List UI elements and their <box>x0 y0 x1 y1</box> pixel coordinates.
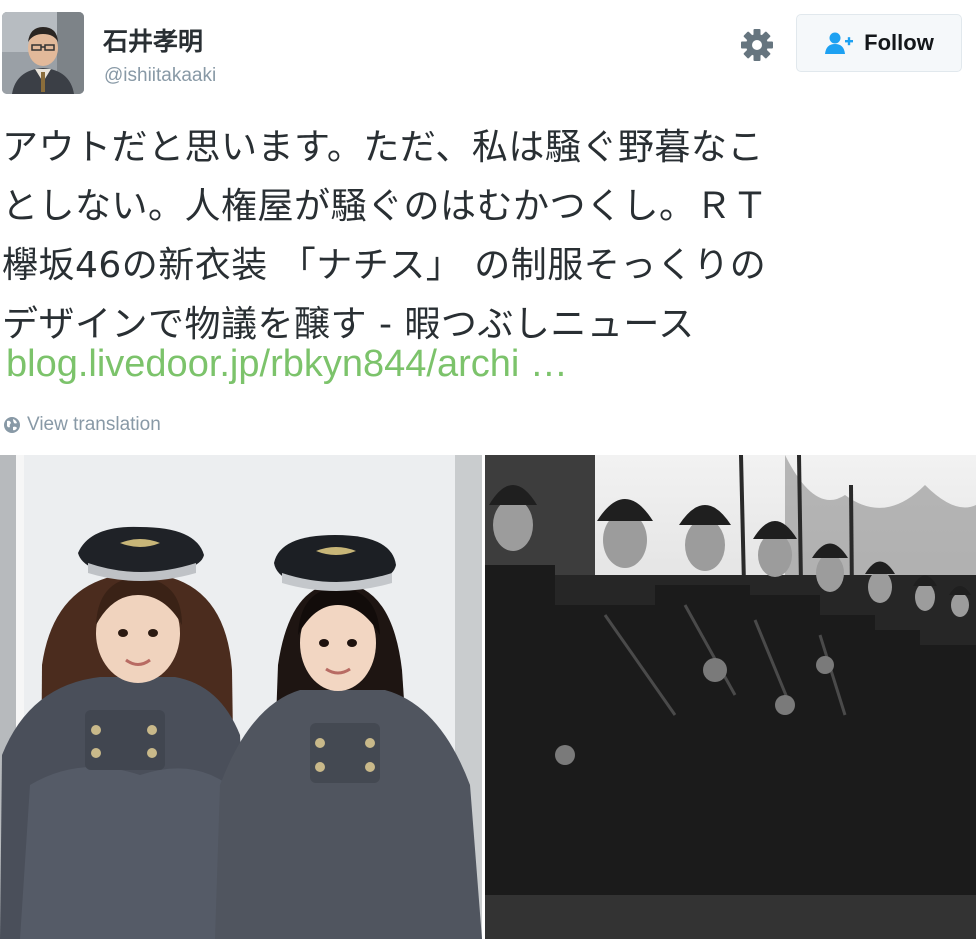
user-avatar[interactable] <box>2 12 84 94</box>
follow-label: Follow <box>864 30 934 55</box>
view-translation-button[interactable]: View translation <box>3 412 161 438</box>
globe-icon <box>4 417 20 433</box>
view-translation-label: View translation <box>27 414 161 435</box>
tweet-text-line: 欅坂46の新衣装 「ナチス」 の制服そっくりの <box>2 245 767 286</box>
tweet-header: 石井孝明 @ishiitakaaki Follow <box>0 0 976 100</box>
tweet-text: アウトだと思います。ただ、私は騒ぐ野暮なこ としない。人権屋が騒ぐのはむかつくし… <box>2 118 974 354</box>
avatar-image <box>2 12 84 94</box>
user-screen-name[interactable]: @ishiitakaaki <box>104 65 216 87</box>
tweet-media <box>0 455 976 939</box>
add-user-icon <box>825 32 854 54</box>
user-display-name[interactable]: 石井孝明 <box>103 22 203 58</box>
media-photo-left[interactable] <box>0 455 482 939</box>
media-photo-right[interactable] <box>485 455 976 939</box>
gear-icon[interactable] <box>738 26 776 64</box>
follow-button[interactable]: Follow <box>796 14 962 72</box>
tweet-link[interactable]: blog.livedoor.jp/rbkyn844/archi … <box>6 343 568 386</box>
tweet-text-line: としない。人権屋が騒ぐのはむかつくし。ＲＴ <box>2 186 769 227</box>
tweet-text-line: アウトだと思います。ただ、私は騒ぐ野暮なこ <box>2 127 764 168</box>
